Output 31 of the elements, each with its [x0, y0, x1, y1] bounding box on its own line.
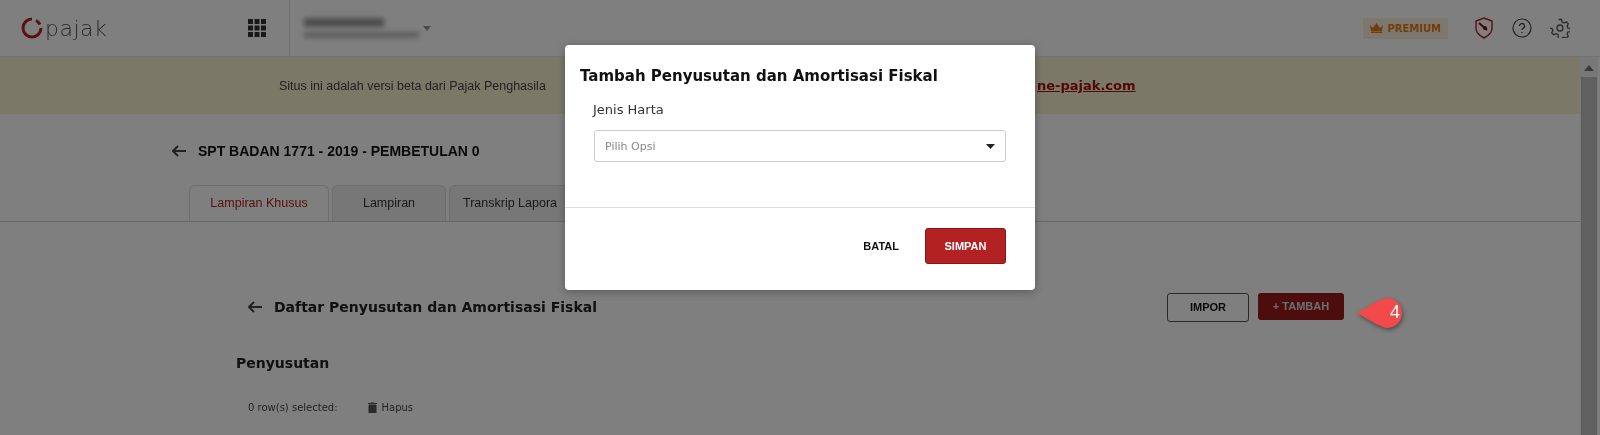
logo-ring-icon: [21, 17, 43, 39]
cancel-button[interactable]: BATAL: [857, 239, 905, 253]
scroll-up-arrow-icon[interactable]: [1584, 65, 1594, 71]
caret-icon[interactable]: [423, 25, 431, 31]
banner-text: Situs ini adalah versi beta dari Pajak Penghasila: [279, 78, 547, 93]
crown-icon: [1370, 23, 1384, 33]
caret-icon: [986, 143, 995, 149]
save-button[interactable]: SIMPAN: [925, 228, 1006, 264]
tab[interactable]: Lampiran Khusus: [189, 185, 329, 221]
back-arrow-icon[interactable]: [172, 145, 186, 157]
trash-icon: [367, 402, 377, 413]
shield-icon[interactable]: [1474, 17, 1494, 39]
field-label: Jenis Harta: [593, 102, 665, 117]
import-button[interactable]: IMPOR: [1167, 292, 1249, 322]
select-field[interactable]: Pilih Opsi: [594, 130, 1006, 162]
dialog-title: Tambah Penyusutan dan Amortisasi Fiskal: [580, 67, 939, 85]
logo-text: pajak: [45, 15, 108, 41]
settings-icon[interactable]: [1550, 18, 1570, 38]
delete-action[interactable]: Hapus: [367, 402, 414, 413]
back-arrow-icon[interactable]: [248, 301, 262, 313]
page-title: SPT BADAN 1771 - 2019 - PEMBETULAN 0: [198, 143, 480, 159]
subsection-title: Penyusutan: [236, 355, 331, 371]
section-title: Daftar Penyusutan dan Amortisasi Fiskal: [274, 299, 597, 315]
help-icon[interactable]: [1512, 18, 1532, 38]
selection-count: 0 row(s) selected:: [248, 402, 338, 413]
premium-badge[interactable]: PREMIUM: [1363, 17, 1448, 39]
tab[interactable]: Lampiran: [332, 185, 446, 221]
add-button[interactable]: + TAMBAH: [1258, 292, 1344, 320]
apps-grid-icon[interactable]: [248, 19, 266, 37]
scrollbar[interactable]: [1580, 57, 1598, 435]
banner-link[interactable]: ne-pajak.com: [1037, 78, 1136, 93]
